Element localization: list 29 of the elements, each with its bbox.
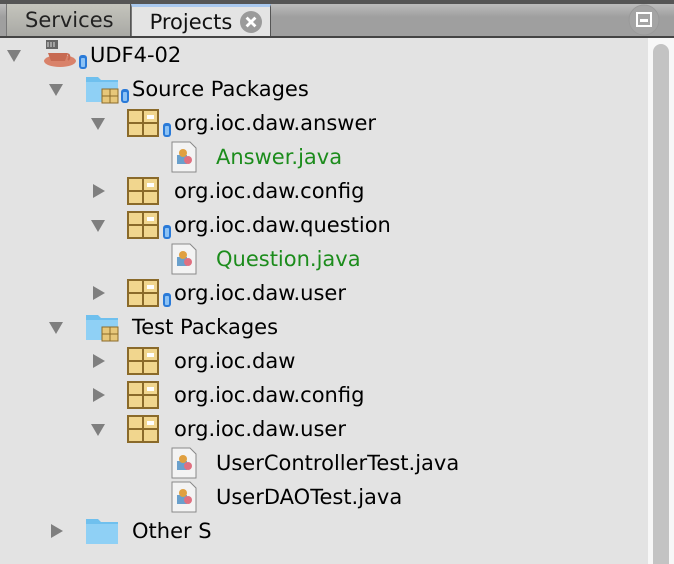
panel-tab[interactable]: Projects [130, 4, 272, 36]
tree-item-label[interactable]: org.ioc.daw.user [174, 417, 346, 441]
tree-item-label[interactable]: org.ioc.daw.answer [174, 111, 376, 135]
collapsed-triangle-icon[interactable] [90, 353, 106, 369]
collapsed-triangle-icon[interactable] [90, 183, 106, 199]
panel-tab[interactable]: Services [6, 4, 131, 36]
scrollbar-thumb[interactable] [653, 44, 669, 564]
tree-item-label[interactable]: org.ioc.daw.user [174, 281, 346, 305]
tree-item-label[interactable]: org.ioc.daw.config [174, 179, 364, 203]
expanded-triangle-icon[interactable] [48, 319, 64, 335]
expanded-triangle-icon[interactable] [90, 115, 106, 131]
tree-item-label[interactable]: Source Packages [132, 77, 309, 101]
collapsed-triangle-icon[interactable] [48, 523, 64, 539]
tree-item-label[interactable]: org.ioc.daw [174, 349, 296, 373]
collapsed-triangle-icon[interactable] [90, 387, 106, 403]
collapsed-triangle-icon[interactable] [90, 285, 106, 301]
close-icon[interactable] [240, 10, 262, 32]
tree-item-label[interactable]: UserControllerTest.java [216, 451, 460, 475]
tree-item-label[interactable]: UDF4-02 [90, 43, 182, 67]
expanded-triangle-icon[interactable] [90, 217, 106, 233]
tree-item-label[interactable]: Other S [132, 519, 212, 543]
expanded-triangle-icon[interactable] [6, 47, 22, 63]
tree-item-label[interactable]: Test Packages [132, 315, 278, 339]
minimize-icon[interactable] [628, 4, 660, 36]
tree-item-label[interactable]: org.ioc.daw.config [174, 383, 364, 407]
expanded-triangle-icon[interactable] [48, 81, 64, 97]
expanded-triangle-icon[interactable] [90, 421, 106, 437]
tree-item-label[interactable]: org.ioc.daw.question [174, 213, 391, 237]
tree-item-label[interactable]: UserDAOTest.java [216, 485, 402, 509]
